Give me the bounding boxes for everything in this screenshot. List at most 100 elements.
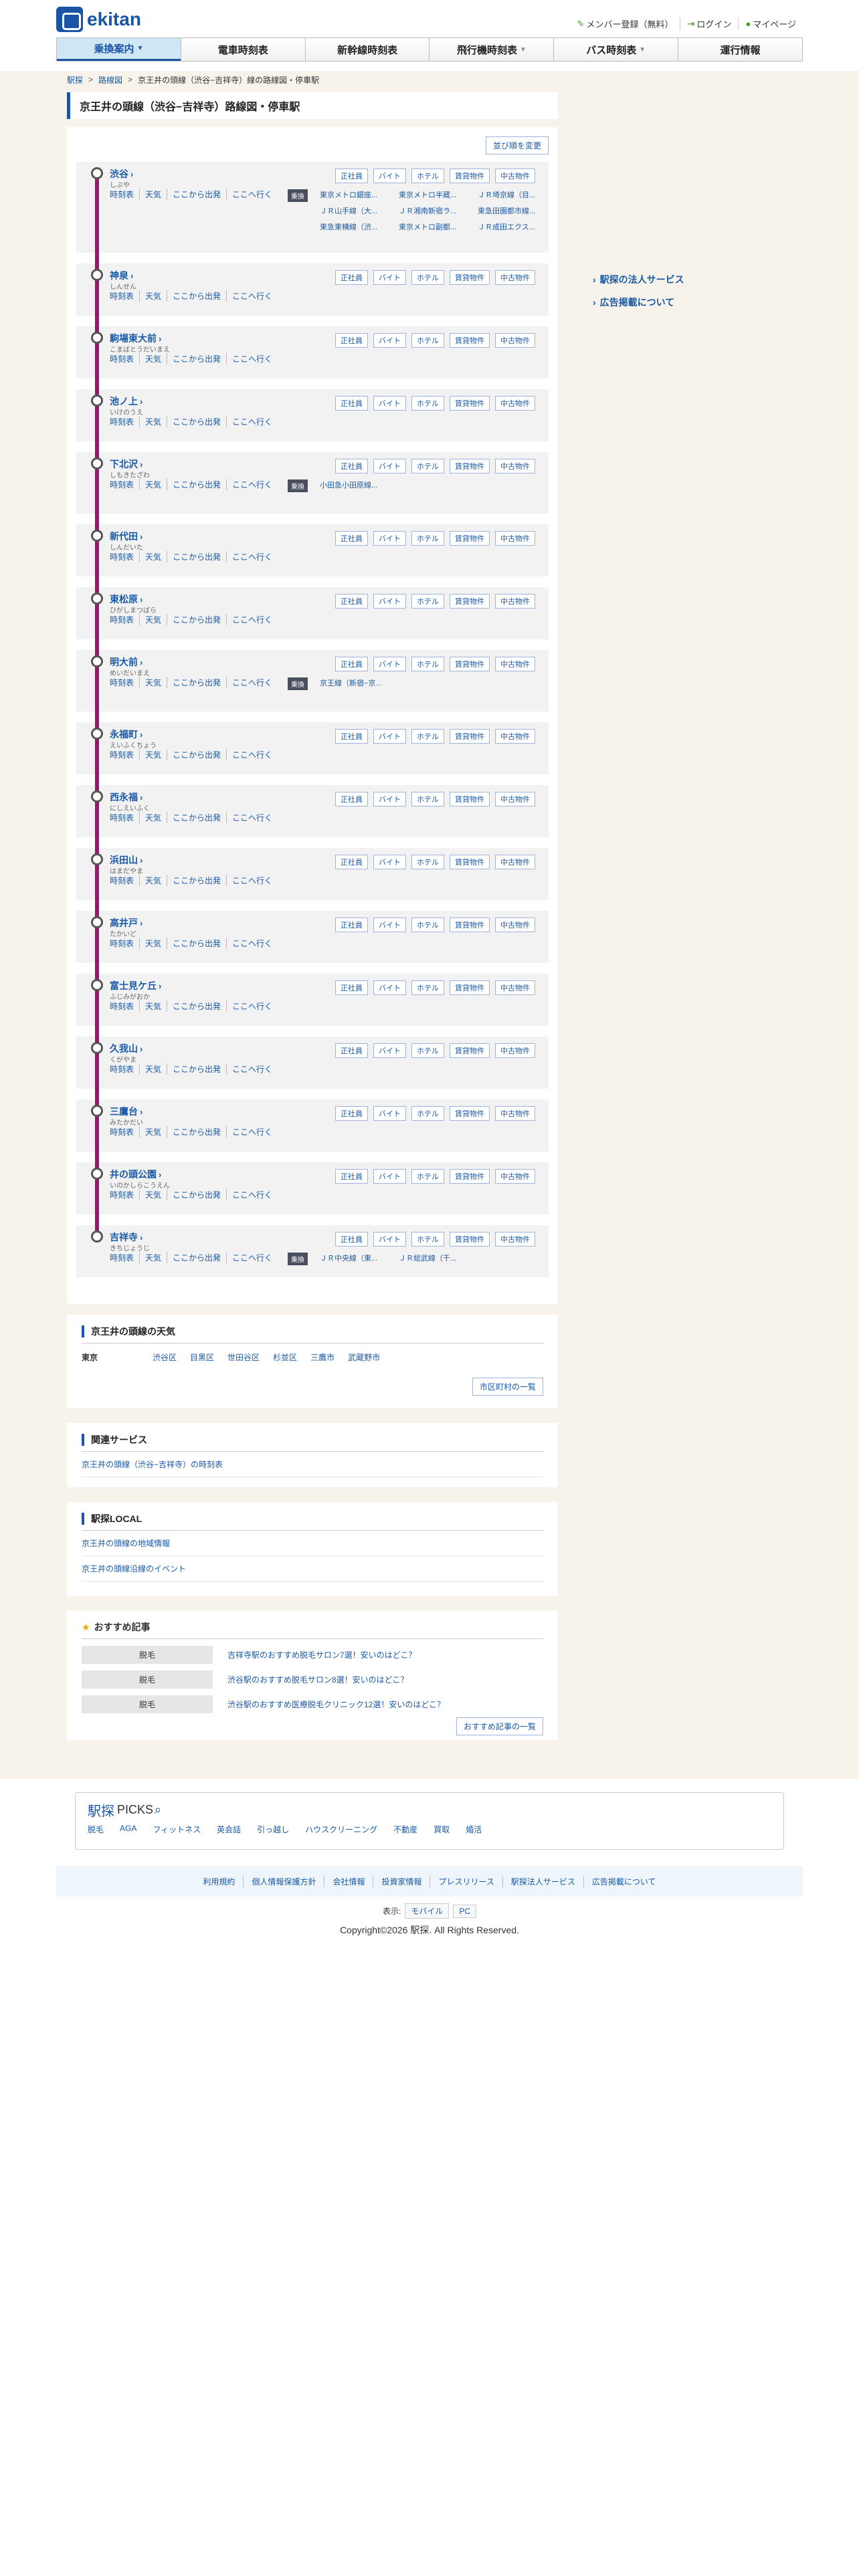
station-name-link[interactable]: 池ノ上 ›: [110, 395, 142, 408]
station-link[interactable]: 天気: [145, 813, 161, 823]
station-search-button[interactable]: 中古物件: [495, 729, 535, 744]
station-name-link[interactable]: 新代田 ›: [110, 530, 142, 543]
station-link[interactable]: ここへ行く: [232, 876, 272, 885]
station-search-button[interactable]: 正社員: [335, 980, 368, 995]
station-link[interactable]: ここから出発: [173, 750, 221, 760]
station-search-button[interactable]: 正社員: [335, 1232, 368, 1247]
gnav-item-5[interactable]: 運行情報: [678, 38, 802, 61]
station-link[interactable]: 天気: [145, 876, 161, 885]
station-search-button[interactable]: 中古物件: [495, 1232, 535, 1247]
station-search-button[interactable]: 中古物件: [495, 918, 535, 932]
station-search-button[interactable]: 賃貸物件: [450, 1232, 490, 1247]
station-link[interactable]: ここへ行く: [232, 552, 272, 562]
station-link[interactable]: 時刻表: [110, 1128, 134, 1137]
sort-order-button[interactable]: 並び順を変更: [485, 136, 549, 154]
station-link[interactable]: ここから出発: [173, 190, 221, 199]
station-search-button[interactable]: 中古物件: [495, 396, 535, 411]
station-link[interactable]: ここから出発: [173, 876, 221, 885]
gnav-item-2[interactable]: 新幹線時刻表: [304, 38, 430, 61]
station-search-button[interactable]: 賃貸物件: [450, 459, 490, 473]
station-link[interactable]: 時刻表: [110, 354, 134, 364]
picks-link[interactable]: フィットネス: [153, 1824, 201, 1835]
station-name-link[interactable]: 吉祥寺 ›: [110, 1230, 142, 1244]
footer-link[interactable]: プレスリリース: [430, 1875, 502, 1887]
station-search-button[interactable]: 賃貸物件: [450, 1169, 490, 1184]
station-search-button[interactable]: 中古物件: [495, 1043, 535, 1058]
station-name-link[interactable]: 永福町 ›: [110, 728, 142, 741]
station-search-button[interactable]: 正社員: [335, 333, 368, 348]
station-link[interactable]: ここから出発: [173, 354, 221, 364]
station-search-button[interactable]: ホテル: [411, 169, 444, 183]
station-link[interactable]: ここへ行く: [232, 480, 272, 490]
station-link[interactable]: ここから出発: [173, 939, 221, 948]
station-link[interactable]: ここから出発: [173, 615, 221, 625]
station-link[interactable]: ここから出発: [173, 292, 221, 301]
station-search-button[interactable]: 賃貸物件: [450, 792, 490, 807]
events-link[interactable]: 京王井の頭線沿線のイベント: [82, 1564, 186, 1574]
station-link[interactable]: ここから出発: [173, 1190, 221, 1200]
picks-logo[interactable]: 駅探 PICKS ⌕: [88, 1801, 771, 1819]
station-name-link[interactable]: 神泉 ›: [110, 269, 133, 282]
station-link[interactable]: ここから出発: [173, 552, 221, 562]
display-mobile-button[interactable]: モバイル: [405, 1903, 450, 1919]
station-search-button[interactable]: ホテル: [411, 792, 444, 807]
footer-link[interactable]: 駅探法人サービス: [502, 1875, 583, 1887]
gnav-item-3[interactable]: 飛行機時刻表 ▼: [429, 38, 554, 61]
station-search-button[interactable]: 正社員: [335, 396, 368, 411]
station-search-button[interactable]: バイト: [373, 459, 406, 473]
footer-link[interactable]: 投資家情報: [373, 1875, 430, 1887]
station-search-button[interactable]: 正社員: [335, 169, 368, 183]
station-link[interactable]: ここへ行く: [232, 678, 272, 687]
station-search-button[interactable]: バイト: [373, 657, 406, 671]
station-name-link[interactable]: 明大前 ›: [110, 655, 142, 669]
station-link[interactable]: ここから出発: [173, 1002, 221, 1011]
station-link[interactable]: ここへ行く: [232, 417, 272, 427]
station-link[interactable]: 天気: [145, 552, 161, 562]
station-search-button[interactable]: バイト: [373, 1232, 406, 1247]
station-search-button[interactable]: 中古物件: [495, 594, 535, 609]
station-name-link[interactable]: 東松原 ›: [110, 593, 142, 606]
station-name-link[interactable]: 渋谷 ›: [110, 167, 133, 181]
station-link[interactable]: ここから出発: [173, 1065, 221, 1074]
station-link[interactable]: 天気: [145, 1253, 161, 1263]
station-search-button[interactable]: 賃貸物件: [450, 855, 490, 869]
station-search-button[interactable]: 中古物件: [495, 980, 535, 995]
station-search-button[interactable]: 正社員: [335, 594, 368, 609]
station-link[interactable]: 時刻表: [110, 1002, 134, 1011]
picks-link[interactable]: 買取: [434, 1824, 450, 1835]
transfer-line-link[interactable]: ＪＲ埼京線（目...: [478, 189, 535, 200]
picks-link[interactable]: ハウスクリーニング: [305, 1824, 377, 1835]
picks-link[interactable]: 婚活: [466, 1824, 482, 1835]
station-link[interactable]: 天気: [145, 354, 161, 364]
station-search-button[interactable]: バイト: [373, 980, 406, 995]
station-link[interactable]: ここへ行く: [232, 1190, 272, 1200]
station-search-button[interactable]: バイト: [373, 1043, 406, 1058]
station-search-button[interactable]: 賃貸物件: [450, 657, 490, 671]
station-search-button[interactable]: バイト: [373, 270, 406, 285]
station-name-link[interactable]: 井の頭公園 ›: [110, 1168, 161, 1181]
recommend-article-link[interactable]: 渋谷駅のおすすめ脱毛サロン8選！安いのはどこ？: [227, 1674, 408, 1685]
station-link[interactable]: 天気: [145, 1065, 161, 1074]
station-link[interactable]: ここから出発: [173, 1128, 221, 1137]
station-search-button[interactable]: バイト: [373, 531, 406, 546]
station-link[interactable]: 時刻表: [110, 876, 134, 885]
station-name-link[interactable]: 久我山 ›: [110, 1042, 142, 1055]
station-link[interactable]: 時刻表: [110, 939, 134, 948]
station-search-button[interactable]: 中古物件: [495, 459, 535, 473]
station-link[interactable]: ここへ行く: [232, 750, 272, 760]
weather-city-link[interactable]: 目黒区: [190, 1352, 214, 1363]
station-search-button[interactable]: 正社員: [335, 918, 368, 932]
transfer-line-link[interactable]: 東京メトロ半蔵...: [399, 189, 456, 200]
logo[interactable]: ekitan: [56, 5, 141, 33]
station-link[interactable]: 時刻表: [110, 750, 134, 760]
station-link[interactable]: 天気: [145, 480, 161, 490]
station-link[interactable]: 天気: [145, 292, 161, 301]
transfer-line-link[interactable]: ＪＲ湘南新宿ラ...: [399, 205, 456, 216]
picks-link[interactable]: 引っ越し: [257, 1824, 289, 1835]
station-link[interactable]: 時刻表: [110, 615, 134, 625]
station-search-button[interactable]: 正社員: [335, 657, 368, 671]
station-search-button[interactable]: 中古物件: [495, 792, 535, 807]
station-search-button[interactable]: バイト: [373, 333, 406, 348]
station-search-button[interactable]: 正社員: [335, 855, 368, 869]
station-search-button[interactable]: 正社員: [335, 270, 368, 285]
